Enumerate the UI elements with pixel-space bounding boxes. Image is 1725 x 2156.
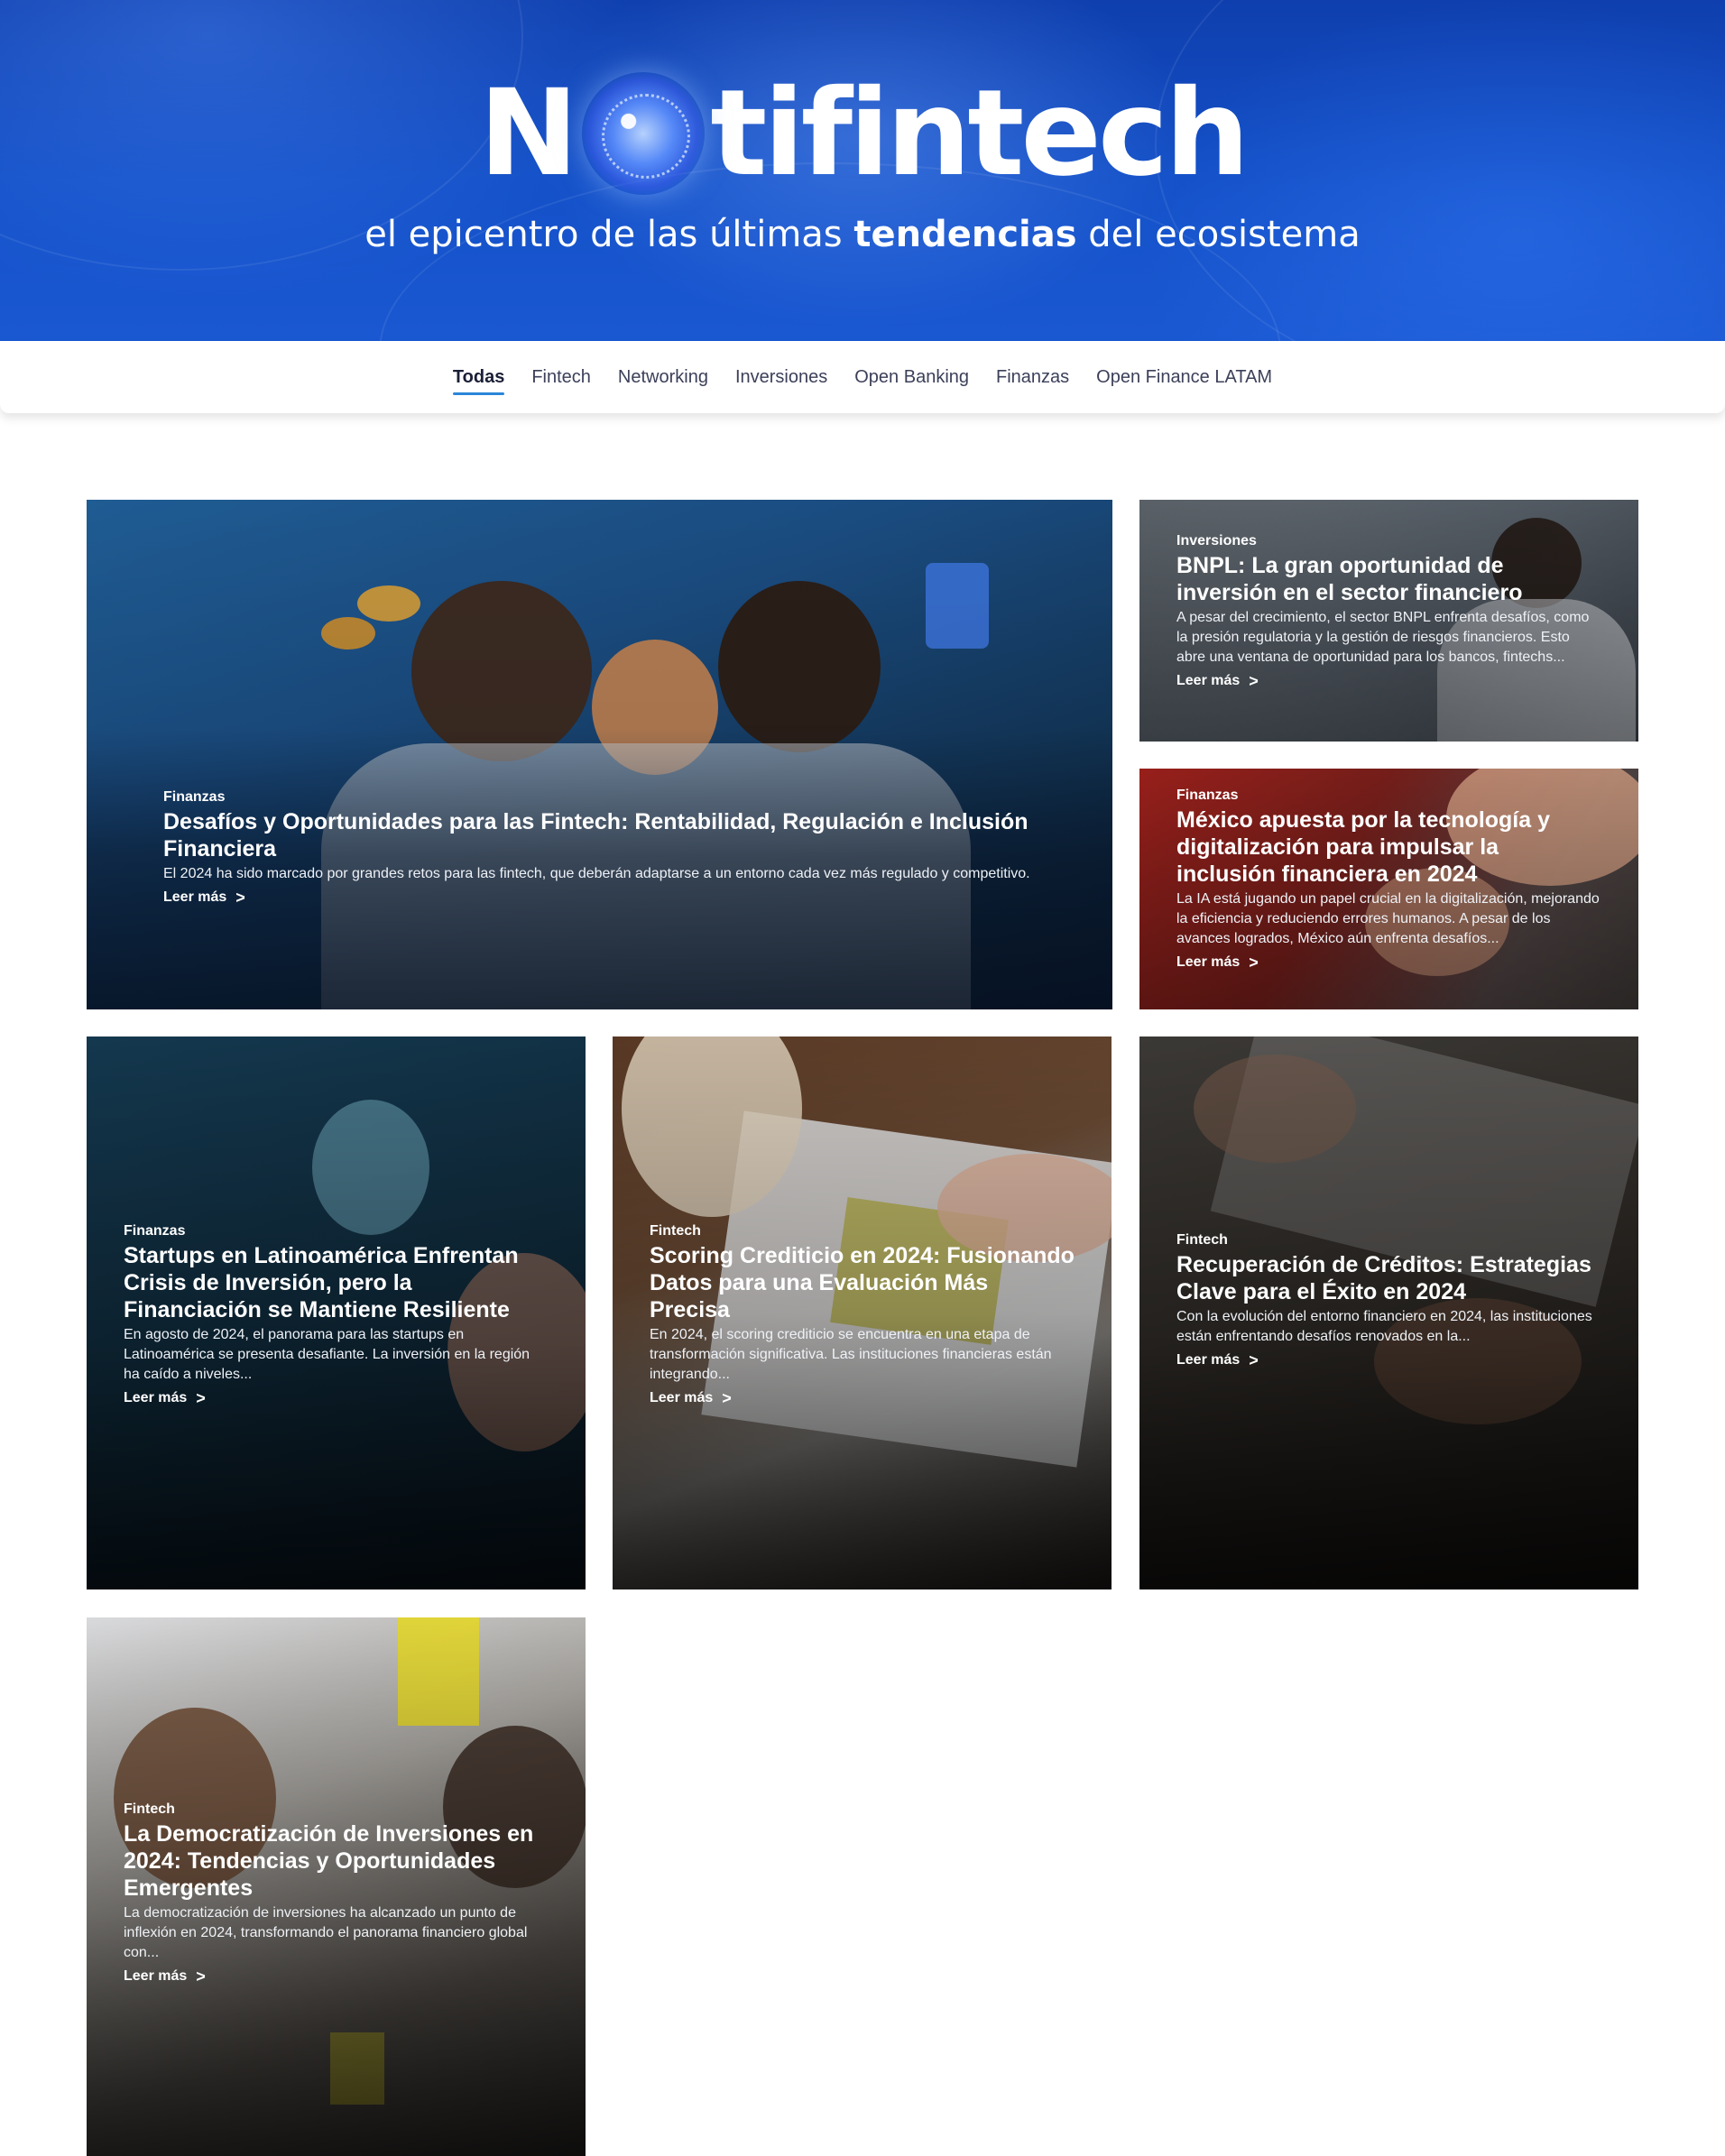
post-title[interactable]: México apuesta por la tecnología y digit… — [1176, 806, 1601, 888]
nav-tab-finanzas[interactable]: Finanzas — [982, 341, 1083, 413]
post-excerpt: A pesar del crecimiento, el sector BNPL … — [1176, 610, 1590, 665]
post-category: Fintech — [650, 1223, 701, 1239]
post-excerpt: La IA está jugando un papel crucial en l… — [1176, 891, 1600, 946]
nav-tab-fintech[interactable]: Fintech — [518, 341, 604, 413]
read-more-label: Leer más — [1176, 673, 1241, 688]
read-more-label: Leer más — [124, 1390, 188, 1405]
post-card[interactable]: Finanzas México apuesta por la tecnologí… — [1139, 769, 1638, 1009]
post-card[interactable]: Fintech Recuperación de Créditos: Estrat… — [1139, 1037, 1638, 1589]
read-more-link[interactable]: Leer más > — [163, 888, 245, 908]
logo-letter-n: N — [478, 64, 579, 203]
read-more-label: Leer más — [1176, 1352, 1241, 1368]
read-more-link[interactable]: Leer más > — [650, 1388, 732, 1408]
hero-banner: N tifintech el epicentro de las últimas … — [0, 0, 1725, 341]
post-excerpt: En agosto de 2024, el panorama para las … — [124, 1327, 530, 1382]
chevron-right-icon: > — [1249, 954, 1259, 972]
chevron-right-icon: > — [235, 889, 245, 907]
read-more-label: Leer más — [1176, 954, 1241, 970]
nav-tab-networking[interactable]: Networking — [604, 341, 722, 413]
globe-icon — [582, 72, 706, 195]
chevron-right-icon: > — [196, 1389, 206, 1407]
nav-tab-open-finance-latam[interactable]: Open Finance LATAM — [1083, 341, 1286, 413]
post-title[interactable]: Startups en Latinoamérica Enfrentan Cris… — [124, 1242, 549, 1323]
post-card[interactable]: Fintech La Democratización de Inversione… — [87, 1617, 586, 2156]
site-logo[interactable]: N tifintech — [0, 70, 1725, 197]
chevron-right-icon: > — [196, 1967, 206, 1986]
post-title[interactable]: La Democratización de Inversiones en 202… — [124, 1820, 549, 1902]
tagline-highlight: tendencias — [853, 214, 1077, 255]
card-overlay — [87, 500, 1112, 1009]
read-more-link[interactable]: Leer más > — [1176, 1350, 1259, 1370]
chevron-right-icon: > — [722, 1389, 732, 1407]
tagline-text: del ecosistema — [1076, 214, 1361, 255]
post-card-featured[interactable]: Finanzas Desafíos y Oportunidades para l… — [87, 500, 1112, 1009]
post-category: Finanzas — [124, 1223, 186, 1239]
read-more-link[interactable]: Leer más > — [1176, 671, 1259, 691]
logo-wordmark: tifintech — [710, 64, 1250, 203]
site-tagline: el epicentro de las últimas tendencias d… — [0, 209, 1725, 260]
nav-tab-inversiones[interactable]: Inversiones — [722, 341, 841, 413]
nav-tab-open-banking[interactable]: Open Banking — [841, 341, 982, 413]
read-more-link[interactable]: Leer más > — [124, 1967, 206, 1986]
post-excerpt: El 2024 ha sido marcado por grandes reto… — [163, 866, 1030, 881]
post-excerpt: La democratización de inversiones ha alc… — [124, 1905, 528, 1960]
read-more-link[interactable]: Leer más > — [1176, 953, 1259, 972]
read-more-label: Leer más — [163, 889, 227, 905]
tagline-text: el epicentro de las últimas — [364, 214, 854, 255]
read-more-label: Leer más — [124, 1968, 188, 1984]
post-category: Finanzas — [1176, 788, 1239, 803]
post-excerpt: En 2024, el scoring crediticio se encuen… — [650, 1327, 1052, 1382]
category-nav: Todas Fintech Networking Inversiones Ope… — [0, 341, 1725, 413]
post-category: Inversiones — [1176, 533, 1257, 548]
post-excerpt: Con la evolución del entorno financiero … — [1176, 1309, 1592, 1344]
post-card[interactable]: Finanzas Startups en Latinoamérica Enfre… — [87, 1037, 586, 1589]
post-card[interactable]: Inversiones BNPL: La gran oportunidad de… — [1139, 500, 1638, 742]
post-title[interactable]: Desafíos y Oportunidades para las Fintec… — [163, 808, 1036, 862]
post-title[interactable]: Scoring Crediticio en 2024: Fusionando D… — [650, 1242, 1075, 1323]
read-more-label: Leer más — [650, 1390, 714, 1405]
post-title[interactable]: BNPL: La gran oportunidad de inversión e… — [1176, 552, 1601, 606]
read-more-link[interactable]: Leer más > — [124, 1388, 206, 1408]
nav-tab-todas[interactable]: Todas — [439, 341, 518, 413]
chevron-right-icon: > — [1249, 672, 1259, 690]
post-category: Finanzas — [163, 789, 226, 805]
post-category: Fintech — [1176, 1232, 1228, 1248]
post-title[interactable]: Recuperación de Créditos: Estrategias Cl… — [1176, 1251, 1601, 1305]
post-category: Fintech — [124, 1801, 175, 1817]
chevron-right-icon: > — [1249, 1351, 1259, 1369]
post-card[interactable]: Fintech Scoring Crediticio en 2024: Fusi… — [613, 1037, 1112, 1589]
